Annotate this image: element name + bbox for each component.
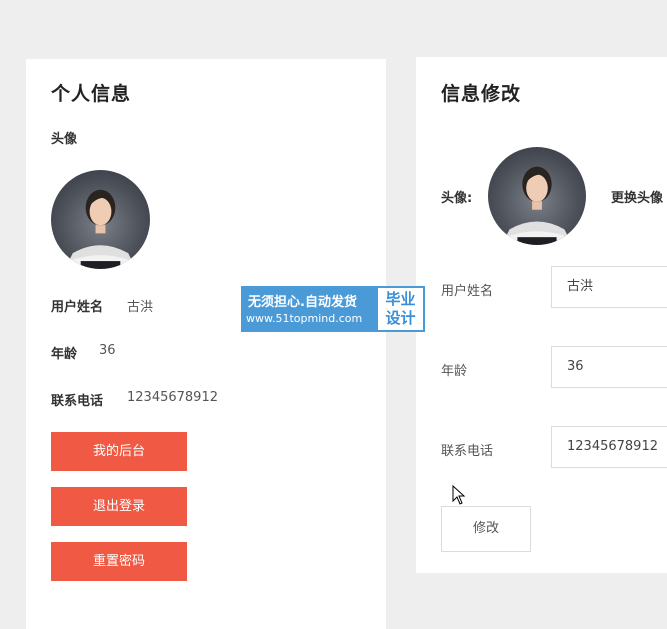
edit-avatar-label: 头像: bbox=[441, 191, 473, 206]
watermark-banner: 无须担心.自动发货 www.51topmind.com 毕业 设计 bbox=[241, 286, 425, 332]
profile-title: 个人信息 bbox=[51, 83, 132, 105]
edit-avatar-portrait bbox=[500, 166, 574, 245]
watermark-line2: www.51topmind.com bbox=[246, 312, 363, 325]
edit-phone-label: 联系电话 bbox=[441, 444, 494, 459]
avatar-label: 头像 bbox=[51, 132, 78, 147]
mouse-cursor-icon bbox=[452, 485, 466, 505]
avatar-portrait bbox=[63, 189, 138, 269]
edit-title: 信息修改 bbox=[441, 83, 522, 105]
submit-edit-button[interactable]: 修改 bbox=[441, 506, 531, 552]
phone-value: 12345678912 bbox=[127, 390, 218, 405]
username-value: 古洪 bbox=[127, 300, 154, 315]
phone-label: 联系电话 bbox=[51, 394, 104, 409]
age-value: 36 bbox=[99, 343, 116, 358]
logout-button[interactable]: 退出登录 bbox=[51, 487, 187, 526]
edit-phone-input[interactable]: 12345678912 bbox=[551, 426, 667, 468]
username-label: 用户姓名 bbox=[51, 300, 104, 315]
watermark-badge-line1: 毕业 bbox=[385, 290, 416, 308]
watermark-line1: 无须担心.自动发货 bbox=[248, 295, 357, 310]
age-label: 年龄 bbox=[51, 347, 78, 362]
edit-username-input[interactable]: 古洪 bbox=[551, 266, 667, 308]
edit-avatar[interactable] bbox=[488, 147, 586, 245]
change-avatar-link[interactable]: 更换头像 bbox=[611, 187, 663, 206]
watermark-text: 无须担心.自动发货 www.51topmind.com bbox=[242, 287, 378, 331]
watermark-badge: 毕业 设计 bbox=[378, 288, 423, 330]
my-dashboard-button[interactable]: 我的后台 bbox=[51, 432, 187, 471]
profile-card: 个人信息 头像 用户姓名 古洪 年龄 36 联系电话 12345678912 我… bbox=[26, 59, 386, 629]
edit-age-label: 年龄 bbox=[441, 364, 468, 379]
edit-age-input[interactable]: 36 bbox=[551, 346, 667, 388]
edit-username-label: 用户姓名 bbox=[441, 284, 494, 299]
watermark-badge-line2: 设计 bbox=[385, 309, 416, 327]
avatar bbox=[51, 170, 150, 269]
reset-password-button[interactable]: 重置密码 bbox=[51, 542, 187, 581]
